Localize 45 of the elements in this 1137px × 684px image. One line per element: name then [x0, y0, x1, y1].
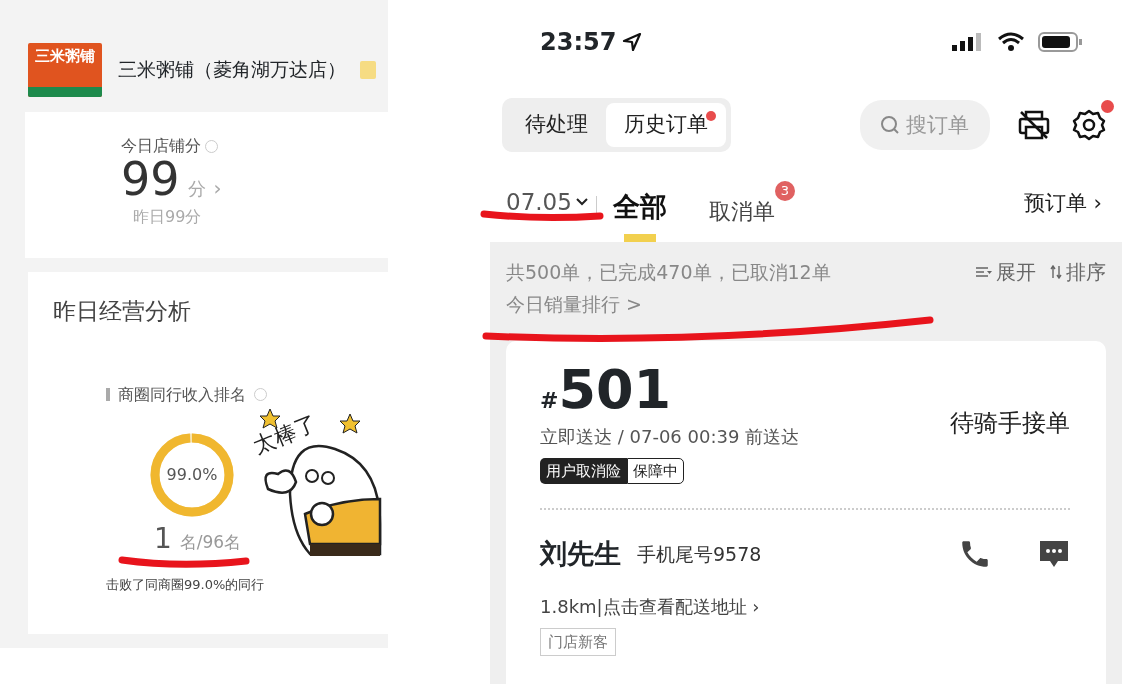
segment-tab[interactable]: 待处理 — [507, 103, 606, 147]
caret-icon — [575, 198, 588, 207]
location-arrow-icon — [622, 32, 643, 52]
sticker-caption: 太棒了 — [248, 409, 322, 461]
score-value: 99 — [121, 154, 180, 205]
status-time: 23:57 — [540, 27, 617, 58]
filter-tab[interactable]: 全部 — [600, 187, 679, 242]
ring-percent: 99.0% — [166, 463, 218, 486]
expand-button[interactable]: 展开 — [968, 257, 1044, 286]
delivery-time: 立即送达 / 07-06 00:39 前送达 — [540, 424, 801, 449]
beaten-text: 击败了同商圈99.0%的同行 — [106, 576, 266, 594]
cellular-signal-icon — [952, 33, 984, 51]
list-icon — [976, 265, 992, 278]
rank-title: 商圈同行收入排名 — [118, 383, 246, 406]
order-status: 待骑手接单 — [950, 408, 1070, 440]
search-field[interactable]: 搜订单 — [860, 99, 990, 150]
logo-text: 三米粥铺 — [35, 48, 95, 64]
section-bar — [106, 388, 110, 401]
address-link[interactable]: 1.8km|点击查看配送地址 › — [540, 592, 1070, 620]
sort-icon — [1050, 264, 1062, 279]
score-label: 今日店铺分 — [121, 135, 201, 157]
count-badge: 3 — [774, 180, 795, 201]
settings-icon[interactable] — [1072, 107, 1106, 142]
sort-button[interactable]: 排序 — [1044, 257, 1106, 286]
rank-total: 名/96名 — [179, 530, 242, 554]
search-icon — [880, 114, 900, 135]
preorder-link[interactable]: 预订单 › — [1023, 188, 1102, 242]
customer-name: 刘先生 — [540, 537, 621, 571]
order-summary: 共500单，已完成470单，已取消12单 — [506, 259, 832, 285]
score-unit: 分 — [187, 177, 206, 201]
date-picker[interactable]: 07.05 — [506, 185, 588, 242]
analysis-title: 昨日经营分析 — [52, 297, 192, 326]
yesterday-score: 昨日99分 — [133, 205, 203, 228]
rank-value: 1 — [154, 524, 172, 553]
wifi-icon — [998, 32, 1024, 52]
insurance-state-tag: 保障中 — [627, 457, 684, 484]
order-number: 501 — [558, 362, 672, 417]
customer-tag: 门店新客 — [540, 627, 616, 656]
order-hash: # — [540, 386, 559, 415]
phone-suffix: 手机尾号9578 — [637, 542, 762, 567]
insurance-tag: 用户取消险 — [540, 457, 627, 484]
battery-icon — [1038, 32, 1082, 52]
printer-off-icon[interactable] — [1018, 108, 1050, 141]
store-name: 三米粥铺（菱角湖万达店） — [118, 57, 346, 83]
segment-tab[interactable]: 历史订单 — [606, 103, 726, 147]
